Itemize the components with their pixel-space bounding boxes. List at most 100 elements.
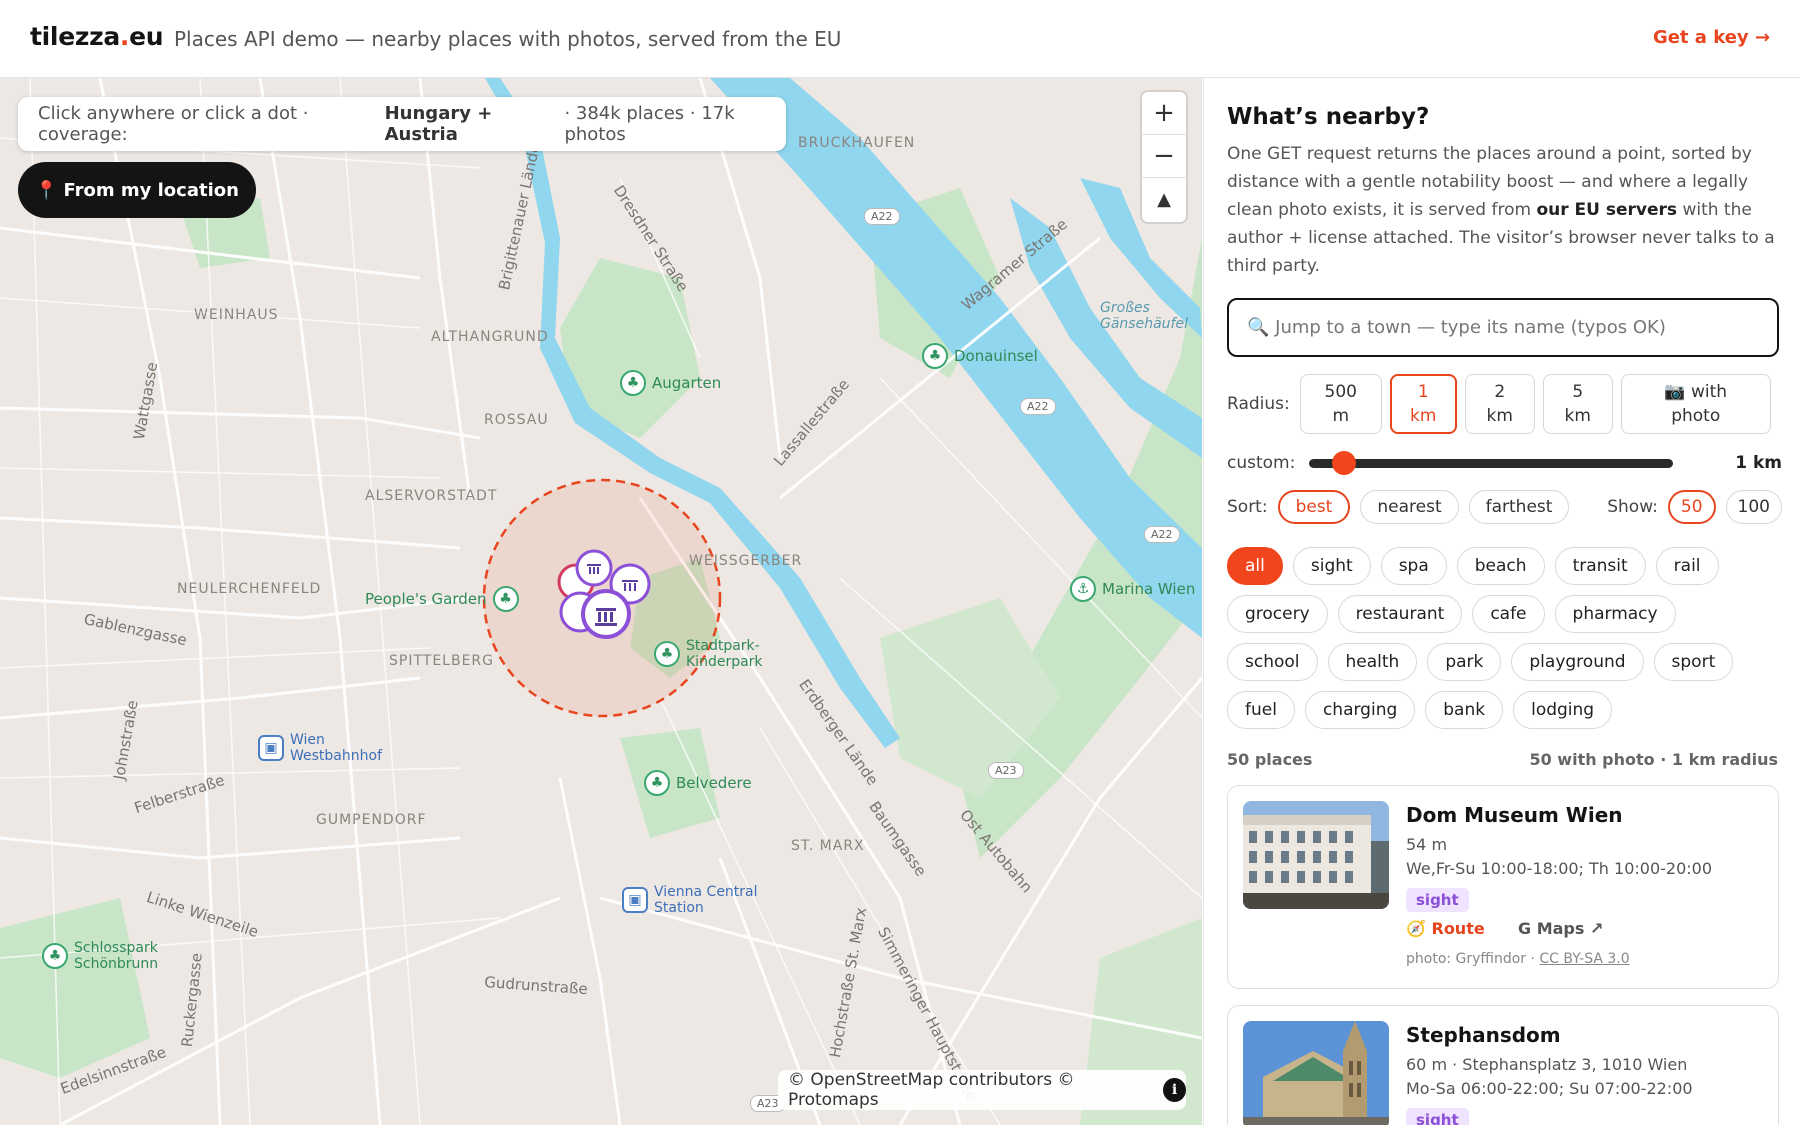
place-hours: We,Fr-Su 10:00-18:00; Th 10:00-20:00 (1406, 859, 1713, 878)
info-icon[interactable]: i (1163, 1078, 1186, 1102)
category-cafe-chip[interactable]: cafe (1472, 595, 1545, 633)
poi-peoples-garden[interactable]: ♣ People's Garden (365, 586, 519, 612)
tree-icon: ♣ (644, 770, 670, 796)
category-row-2: grocery restaurant cafe pharmacy (1227, 595, 1686, 633)
app-header: tilezza.eu Places API demo — nearby plac… (0, 0, 1800, 78)
route-link[interactable]: 🧭 Route (1406, 919, 1485, 938)
category-playground-chip[interactable]: playground (1511, 643, 1644, 681)
category-beach-chip[interactable]: beach (1456, 547, 1545, 585)
category-all-chip[interactable]: all (1227, 547, 1283, 585)
category-transit-chip[interactable]: transit (1554, 547, 1646, 585)
radius-5km-button[interactable]: 5 km (1542, 374, 1613, 434)
road-shield: A22 (864, 208, 900, 225)
compass-icon: ▲ (1157, 189, 1171, 210)
map-canvas[interactable]: BRUCKHAUFEN WEINHAUS ALTHANGRUND ROSSAU … (0, 78, 1202, 1125)
radius-2km-button[interactable]: 2 km (1464, 374, 1535, 434)
radius-with-photo-button[interactable]: 📷 with photo (1620, 374, 1771, 434)
from-my-location-button[interactable]: 📍 From my location (18, 162, 256, 218)
slider-handle[interactable] (1332, 451, 1357, 475)
district-label: WEISSGERBER (689, 553, 803, 569)
zoom-in-button[interactable]: + (1142, 92, 1186, 135)
anchor-icon: ⚓ (1070, 576, 1096, 602)
category-fuel-chip[interactable]: fuel (1227, 691, 1295, 729)
reset-north-button[interactable]: ▲ (1142, 178, 1186, 221)
poi-westbahnhof[interactable]: ▣ Wien Westbahnhof (258, 732, 390, 764)
result-card[interactable]: Stephansdom 60 m · Stephansplatz 3, 1010… (1227, 1005, 1779, 1125)
district-label: WEINHAUS (194, 307, 279, 323)
slider-track (1309, 459, 1674, 468)
category-spa-chip[interactable]: spa (1380, 547, 1447, 585)
tree-icon: ♣ (620, 370, 646, 396)
place-photo[interactable] (1243, 801, 1389, 909)
map-attribution: © OpenStreetMap contributors © Protomaps… (778, 1070, 1186, 1110)
category-lodging-chip[interactable]: lodging (1513, 691, 1613, 729)
town-search-input[interactable] (1227, 298, 1779, 357)
sort-label: Sort: (1227, 497, 1268, 517)
category-badge: sight (1406, 888, 1469, 912)
photo-credit: photo: Gryffindor · CC BY-SA 3.0 (1406, 951, 1630, 967)
sort-farthest-button[interactable]: farthest (1468, 490, 1570, 524)
poi-belvedere[interactable]: ♣ Belvedere (644, 770, 752, 796)
district-label: ST. MARX (791, 838, 865, 854)
district-label: ALSERVORSTADT (365, 488, 498, 504)
road-shield: A22 (1020, 398, 1056, 415)
radius-row: Radius: 500 m 1 km 2 km 5 km 📷 with phot… (1227, 374, 1771, 434)
category-park-chip[interactable]: park (1427, 643, 1502, 681)
sort-nearest-button[interactable]: nearest (1360, 490, 1459, 524)
poi-stadtpark[interactable]: ♣ Stadtpark-Kinderpark (654, 638, 776, 670)
category-charging-chip[interactable]: charging (1304, 691, 1416, 729)
zoom-controls: + − ▲ (1142, 92, 1186, 222)
result-summary: 50 with photo · 1 km radius (1529, 750, 1778, 769)
place-hours: Mo-Sa 06:00-22:00; Su 07:00-22:00 (1406, 1079, 1693, 1098)
category-row-1: all sight spa beach transit rail (1227, 547, 1729, 585)
result-card[interactable]: Dom Museum Wien 54 m We,Fr-Su 10:00-18:0… (1227, 785, 1779, 989)
radius-1km-button[interactable]: 1 km (1389, 374, 1457, 434)
custom-radius-slider[interactable] (1309, 451, 1674, 475)
poi-schlosspark[interactable]: ♣ Schlosspark Schönbrunn (42, 940, 164, 972)
train-icon: ▣ (622, 887, 648, 913)
custom-radius-row: custom: 1 km (1227, 451, 1782, 475)
place-photo[interactable] (1243, 1021, 1389, 1125)
place-distance: 60 m · Stephansplatz 3, 1010 Wien (1406, 1055, 1688, 1074)
poi-augarten[interactable]: ♣ Augarten (620, 370, 721, 396)
place-distance: 54 m (1406, 835, 1448, 854)
district-label: ROSSAU (484, 412, 549, 428)
category-restaurant-chip[interactable]: restaurant (1337, 595, 1463, 633)
coverage-banner: Click anywhere or click a dot · coverage… (18, 97, 786, 151)
poi-central-station[interactable]: ▣ Vienna Central Station (622, 884, 764, 916)
show-50-button[interactable]: 50 (1667, 490, 1716, 524)
poi-donauinsel[interactable]: ♣ Donauinsel (922, 343, 1038, 369)
place-name[interactable]: Dom Museum Wien (1406, 803, 1623, 827)
google-maps-link[interactable]: G Maps ↗ (1518, 919, 1603, 938)
category-health-chip[interactable]: health (1327, 643, 1418, 681)
panel-title: What’s nearby? (1227, 104, 1430, 130)
custom-radius-value: 1 km (1735, 453, 1782, 473)
show-100-button[interactable]: 100 (1725, 490, 1782, 524)
category-pharmacy-chip[interactable]: pharmacy (1554, 595, 1676, 633)
get-key-link[interactable]: Get a key → (1653, 27, 1770, 48)
place-name[interactable]: Stephansdom (1406, 1023, 1561, 1047)
place-marker-cluster[interactable] (540, 538, 670, 658)
pin-icon: 📍 (35, 179, 58, 201)
category-sport-chip[interactable]: sport (1653, 643, 1734, 681)
radius-500m-button[interactable]: 500 m (1299, 374, 1382, 434)
brand-logo[interactable]: tilezza.eu (30, 22, 164, 51)
category-grocery-chip[interactable]: grocery (1227, 595, 1328, 633)
zoom-out-button[interactable]: − (1142, 135, 1186, 178)
category-bank-chip[interactable]: bank (1425, 691, 1504, 729)
poi-marina-wien[interactable]: ⚓ Marina Wien (1070, 576, 1195, 602)
category-school-chip[interactable]: school (1227, 643, 1318, 681)
water-label: Großes Gänsehäufel (1100, 300, 1188, 332)
tree-icon: ♣ (492, 586, 519, 612)
category-rail-chip[interactable]: rail (1655, 547, 1719, 585)
category-badge: sight (1406, 1108, 1469, 1125)
category-row-4: fuel charging bank lodging (1227, 691, 1622, 729)
sort-best-button[interactable]: best (1277, 490, 1351, 524)
district-label: NEULERCHENFELD (177, 581, 322, 597)
district-label: BRUCKHAUFEN (798, 135, 916, 151)
license-link[interactable]: CC BY-SA 3.0 (1539, 951, 1629, 967)
district-label: GUMPENDORF (316, 812, 427, 828)
nearby-panel: What’s nearby? One GET request returns t… (1203, 78, 1800, 1125)
district-label: ALTHANGRUND (431, 329, 549, 345)
category-sight-chip[interactable]: sight (1292, 547, 1371, 585)
